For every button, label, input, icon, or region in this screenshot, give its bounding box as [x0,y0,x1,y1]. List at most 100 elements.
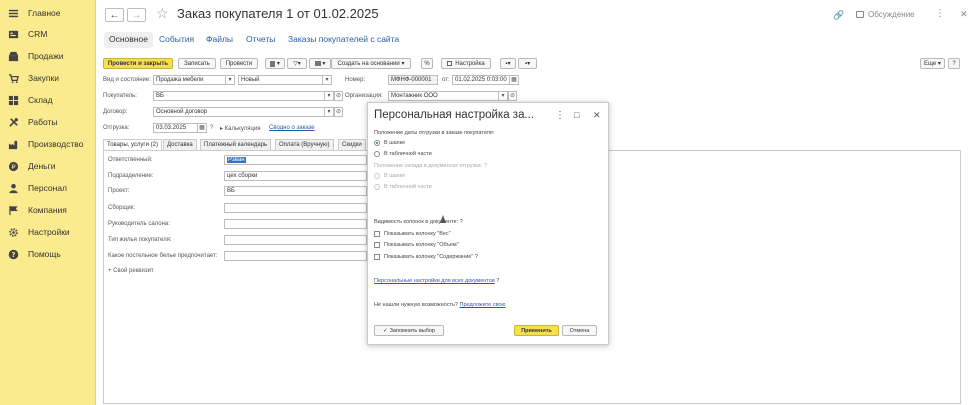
tab-events[interactable]: События [159,34,194,48]
contract-field[interactable]: Основной договор [153,107,325,117]
contract-open-icon[interactable]: ⊘ [334,107,343,117]
dialog-close-icon[interactable]: ✕ [593,110,601,121]
suggest-link[interactable]: Предложите свою [460,302,506,308]
link-icon[interactable]: 🔗 [833,10,844,21]
calculation-toggle[interactable]: ▸ Калькуляция [220,125,261,132]
ship-date-header-radio[interactable] [374,140,380,146]
dialog-more-icon[interactable]: ⋮ [555,110,565,121]
cancel-button[interactable]: Отмена [562,325,597,336]
contract-dropdown-icon[interactable]: ▾ [325,107,334,117]
content-help-icon[interactable]: ? [475,254,478,260]
help-button[interactable]: ? [948,58,960,69]
sidebar-item-sales[interactable]: Продажи [8,48,64,64]
close-icon[interactable]: ✕ [960,9,968,20]
tab-site-orders[interactable]: Заказы покупателей с сайта [288,34,399,48]
discussion-button[interactable]: Обсуждение [856,10,915,19]
warehouse-header-label: В шапке [384,173,406,179]
purchases-icon [8,73,19,83]
warehouse-header-radio[interactable] [374,173,380,179]
department-field[interactable]: цех сборки [224,171,367,181]
tab-payment-manual[interactable]: Оплата (Вручную) [275,139,334,150]
sales-icon [8,51,19,61]
columns-help-icon[interactable]: ? [460,219,463,225]
feedback-row: Не нашли нужную возможность? Предложите … [374,302,506,308]
operation-field[interactable]: Продажа мебели [153,75,226,85]
warehouse-help-icon[interactable]: ? [484,163,487,169]
attach-button[interactable]: ▪ ▾ [500,58,516,69]
settings-button[interactable]: Настройка [441,58,491,69]
shipment-calendar-icon[interactable]: ▦ [198,123,207,133]
order-summary-link[interactable]: Сводно о заказе [269,125,315,131]
save-button[interactable]: Записать [178,58,216,69]
apply-button[interactable]: Применить [514,325,559,336]
state-dropdown-icon[interactable]: ▾ [323,75,332,85]
customer-label: Покупатель: [103,93,137,99]
ship-date-table-label: В табличной части [384,151,432,157]
tab-reports[interactable]: Отчеты [246,34,275,48]
organization-field[interactable]: Монтажник ООО [388,91,499,101]
housing-type-field[interactable] [224,235,367,245]
shipment-help-icon[interactable]: ? [210,125,213,131]
sidebar-item-settings[interactable]: Настройки [8,224,70,240]
sidebar-item-main[interactable]: Главное [8,5,60,21]
tab-goods[interactable]: Товары, услуги (2) [103,139,162,150]
sidebar-item-company[interactable]: Компания [8,202,67,218]
post-and-close-button[interactable]: Провести и закрыть [103,58,173,69]
customer-dropdown-icon[interactable]: ▾ [325,91,334,101]
warehouse-table-radio[interactable] [374,184,380,190]
project-field[interactable]: ВБ [224,186,367,196]
print-button[interactable]: ▾ [309,58,331,69]
salon-head-field[interactable] [224,219,367,229]
assembler-field[interactable] [224,203,367,213]
sidebar-item-crm[interactable]: CRM [8,26,47,42]
sidebar-item-warehouse[interactable]: Склад [8,92,53,108]
organization-dropdown-icon[interactable]: ▾ [499,91,508,101]
personal-settings-link[interactable]: Персональные настройки для всех документ… [374,278,495,284]
tab-main[interactable]: Основное [104,32,153,48]
more-button[interactable]: Еще ▾ [920,58,945,69]
responsible-field[interactable]: Рзван [224,155,367,165]
remember-choice-button[interactable]: ✓ Запомнить выбор [374,325,444,336]
tab-payment-calendar[interactable]: Платежный календарь [200,139,272,150]
own-attribute-link[interactable]: + Свой реквизит [108,268,154,274]
operation-dropdown-icon[interactable]: ▾ [226,75,235,85]
customer-field[interactable]: ВБ [153,91,325,101]
contract-label: Договор: [103,109,128,115]
show-weight-checkbox[interactable] [374,231,380,237]
customer-open-icon[interactable]: ⊘ [334,91,343,101]
sidebar-item-personnel[interactable]: Персонал [8,180,67,196]
tab-files[interactable]: Файлы [206,34,233,48]
state-field[interactable]: Новый [238,75,323,85]
number-field[interactable]: МФНФ-000001 [388,75,438,85]
show-volume-checkbox[interactable] [374,242,380,248]
sidebar-item-money[interactable]: ₽ Деньги [8,158,55,174]
more-actions-button[interactable]: ▪ ▾ [518,58,537,69]
ship-date-header-label: В шапке [384,140,406,146]
ship-date-table-radio[interactable] [374,151,380,157]
tab-discounts[interactable]: Скидки [338,139,366,150]
bedding-field[interactable] [224,251,367,261]
back-button[interactable]: ← [105,8,124,22]
filter-menu-button[interactable]: ▽ ▾ [287,58,307,69]
person-icon [9,183,18,193]
print-menu-button[interactable]: ▾ [265,58,285,69]
organization-open-icon[interactable]: ⊘ [508,91,517,101]
personal-help-icon[interactable]: ? [496,278,499,284]
post-button[interactable]: Провести [220,58,258,69]
sidebar-item-production[interactable]: Производство [8,136,83,152]
dialog-maximize-icon[interactable]: □ [574,110,579,120]
organization-label: Организация: [345,93,383,99]
percent-button[interactable]: % [421,58,433,69]
sidebar-item-works[interactable]: Работы [8,114,58,130]
star-icon[interactable]: ☆ [156,5,169,22]
show-content-checkbox[interactable] [374,254,380,260]
tab-delivery[interactable]: Доставка [163,139,197,150]
sidebar-item-help[interactable]: ? Помощь [8,246,61,262]
forward-button[interactable]: → [127,8,146,22]
calendar-icon[interactable]: ▦ [510,75,519,85]
sidebar-item-purchases[interactable]: Закупки [8,70,59,86]
create-based-on-button[interactable]: Создать на основании ▾ [331,58,411,69]
more-icon[interactable]: ⋮ [935,8,945,19]
date-field[interactable]: 01.02.2025 0:03:00 [452,75,510,85]
shipment-date-field[interactable]: 03.03.2025 [153,123,198,133]
